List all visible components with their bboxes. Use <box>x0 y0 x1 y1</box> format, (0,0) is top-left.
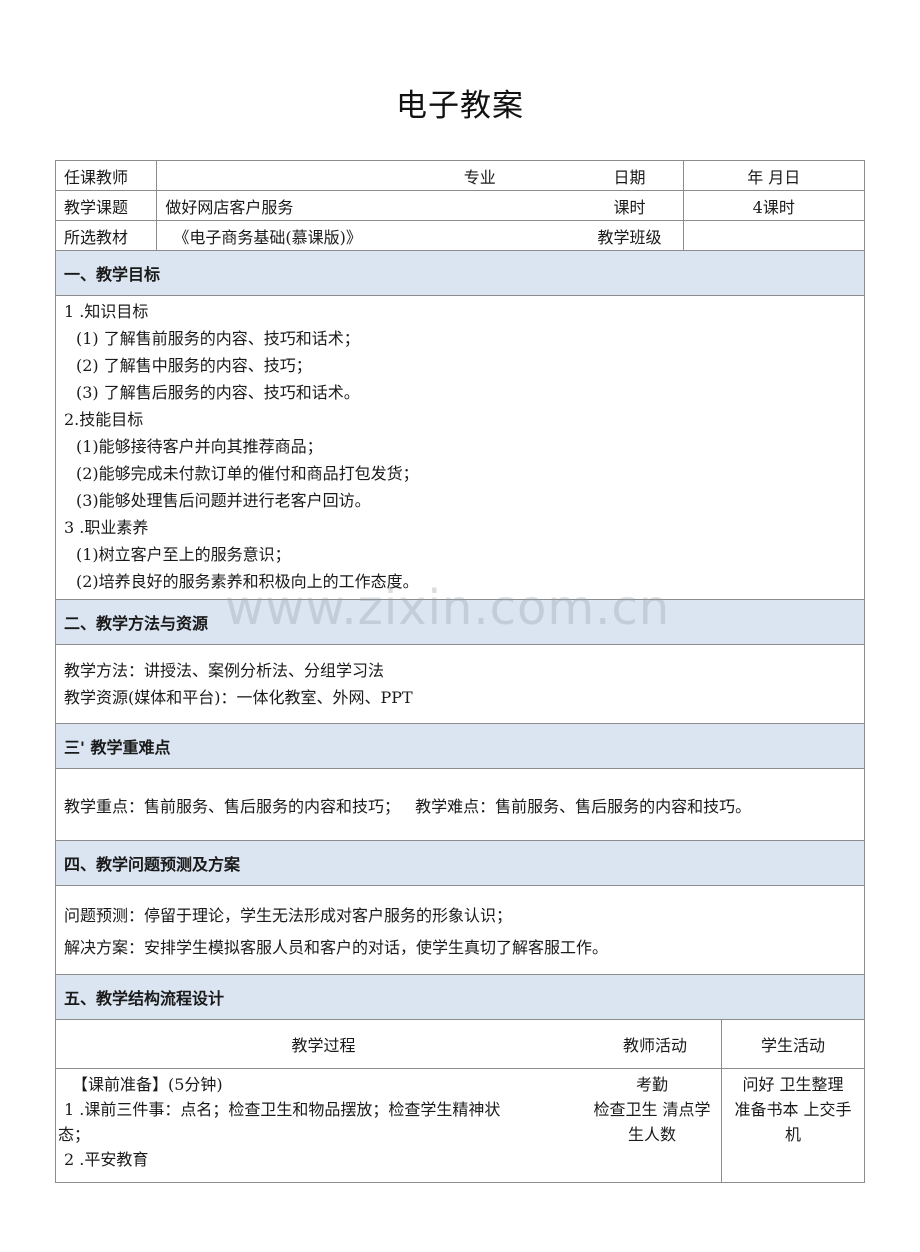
header-row-teacher: 任课教师 专业 日期 年 月日 <box>54 160 866 191</box>
key-difficulty: 教学难点：售前服务、售后服务的内容和技巧。 <box>415 797 752 816</box>
teacher-field[interactable]: 专业 日期 <box>156 160 684 191</box>
label-topic: 教学课题 <box>54 190 158 221</box>
class-value[interactable] <box>682 220 866 251</box>
objective-item: (2)培养良好的服务素养和积极向上的工作态度。 <box>76 572 419 591</box>
key-focus: 教学重点：售前服务、售后服务的内容和技巧； <box>64 797 401 816</box>
label-date: 日期 <box>613 167 646 187</box>
objective-group-title: 3 .职业素养 <box>64 518 149 537</box>
problem-prediction: 问题预测：停留于理论，学生无法形成对客户服务的形象认识； <box>64 906 513 925</box>
objective-item: (2)能够完成未付款订单的催付和商品打包发货； <box>76 464 419 483</box>
objective-item: (1) 了解售前服务的内容、技巧和话术； <box>76 329 360 348</box>
student-line: 机 <box>784 1125 801 1144</box>
problems-body: 问题预测：停留于理论，学生无法形成对客户服务的形象认识； 解决方案：安排学生模拟… <box>56 886 864 974</box>
col-process: 教学过程 <box>291 1036 356 1055</box>
student-line: 准备书本 上交手 <box>734 1100 852 1119</box>
hours-value[interactable]: 4课时 <box>682 190 866 221</box>
label-major: 专业 <box>463 167 496 187</box>
process-line: 2 .平安教育 <box>64 1150 149 1169</box>
lesson-plan-form: 任课教师 专业 日期 年 月日 教学课题 做好网店客户服务 课时 4课时 所选教 <box>54 160 866 1183</box>
header-row-textbook: 所选教材 《电子商务基础(慕课版)》 教学班级 <box>54 220 866 251</box>
date-value[interactable]: 年 月日 <box>682 160 866 191</box>
label-hours: 课时 <box>613 197 646 217</box>
objective-group-title: 1 .知识目标 <box>64 302 149 321</box>
process-line: 【课前准备】(5分钟) <box>72 1075 223 1094</box>
topic-field[interactable]: 做好网店客户服务 课时 <box>156 190 684 221</box>
flow-process-cell: 【课前准备】(5分钟) 1 .课前三件事：点名；检查卫生和物品摆放；检查学生精神… <box>55 1068 722 1183</box>
col-student: 学生活动 <box>721 1019 865 1069</box>
section-heading: 四、教学问题预测及方案 <box>56 841 864 886</box>
student-activity: 问好 卫生整理 准备书本 上交手 机 <box>721 1068 865 1183</box>
problem-solution: 解决方案：安排学生模拟客服人员和客户的对话，使学生真切了解客服工作。 <box>64 938 609 957</box>
objective-item: (1)树立客户至上的服务意识； <box>76 545 291 564</box>
section-objectives: 一、教学目标 1 .知识目标 (1) 了解售前服务的内容、技巧和话术； (2) … <box>55 251 865 600</box>
section-methods: 二、教学方法与资源 教学方法：讲授法、案例分析法、分组学习法 教学资源(媒体和平… <box>55 600 865 724</box>
resources-line: 教学资源(媒体和平台)：一体化教室、外网、PPT <box>64 688 413 707</box>
section-heading: 三' 教学重难点 <box>56 724 864 769</box>
flow-header-row: 教学过程 教师活动 学生活动 <box>55 1019 865 1069</box>
document-title: 电子教案 <box>396 88 524 124</box>
header-row-topic: 教学课题 做好网店客户服务 课时 4课时 <box>54 190 866 221</box>
process-line: 1 .课前三件事：点名；检查卫生和物品摆放；检查学生精神状 <box>64 1100 501 1119</box>
key-points-body: 教学重点：售前服务、售后服务的内容和技巧； 教学难点：售前服务、售后服务的内容和… <box>56 769 864 840</box>
objectives-body: 1 .知识目标 (1) 了解售前服务的内容、技巧和话术； (2) 了解售中服务的… <box>56 296 864 599</box>
section-problems: 四、教学问题预测及方案 问题预测：停留于理论，学生无法形成对客户服务的形象认识；… <box>55 841 865 975</box>
label-textbook: 所选教材 <box>54 220 158 251</box>
teacher-line: 检查卫生 清点学 <box>593 1100 711 1119</box>
section-key-points: 三' 教学重难点 教学重点：售前服务、售后服务的内容和技巧； 教学难点：售前服务… <box>55 724 865 841</box>
process-line: 态； <box>58 1125 91 1144</box>
methods-body: 教学方法：讲授法、案例分析法、分组学习法 教学资源(媒体和平台)：一体化教室、外… <box>56 645 864 723</box>
section-heading: 一、教学目标 <box>56 251 864 296</box>
section-flow: 五、教学结构流程设计 <box>55 975 865 1019</box>
section-heading: 二、教学方法与资源 <box>56 600 864 645</box>
process-text: 【课前准备】(5分钟) 1 .课前三件事：点名；检查卫生和物品摆放；检查学生精神… <box>56 1072 583 1172</box>
topic-value: 做好网店客户服务 <box>165 197 294 217</box>
objective-item: (1)能够接待客户并向其推荐商品； <box>76 437 323 456</box>
objective-item: (2) 了解售中服务的内容、技巧； <box>76 356 312 375</box>
section-heading: 五、教学结构流程设计 <box>56 975 864 1019</box>
textbook-field[interactable]: 《电子商务基础(慕课版)》 教学班级 <box>156 220 684 251</box>
objective-item: (3) 了解售后服务的内容、技巧和话术。 <box>76 383 360 402</box>
header-info-table: 任课教师 专业 日期 年 月日 教学课题 做好网店客户服务 课时 4课时 所选教 <box>54 160 866 251</box>
flow-row: 【课前准备】(5分钟) 1 .课前三件事：点名；检查卫生和物品摆放；检查学生精神… <box>55 1068 865 1183</box>
flow-table: 教学过程 教师活动 学生活动 【课前准备】(5分钟) 1 .课前三件事：点名；检… <box>55 1019 865 1183</box>
teacher-line: 考勤 <box>635 1075 668 1094</box>
teacher-line: 生人数 <box>627 1125 676 1144</box>
label-class: 教学班级 <box>597 227 662 247</box>
objective-group-title: 2.技能目标 <box>64 410 144 429</box>
teacher-activity: 考勤 检查卫生 清点学 生人数 <box>583 1072 721 1172</box>
objective-item: (3)能够处理售后问题并进行老客户回访。 <box>76 491 371 510</box>
flow-header-cell: 教学过程 教师活动 <box>55 1019 722 1069</box>
textbook-value: 《电子商务基础(慕课版)》 <box>173 227 362 247</box>
col-teacher: 教师活动 <box>622 1036 687 1055</box>
methods-line: 教学方法：讲授法、案例分析法、分组学习法 <box>64 661 385 680</box>
student-line: 问好 卫生整理 <box>742 1075 844 1094</box>
label-teacher: 任课教师 <box>54 160 158 191</box>
